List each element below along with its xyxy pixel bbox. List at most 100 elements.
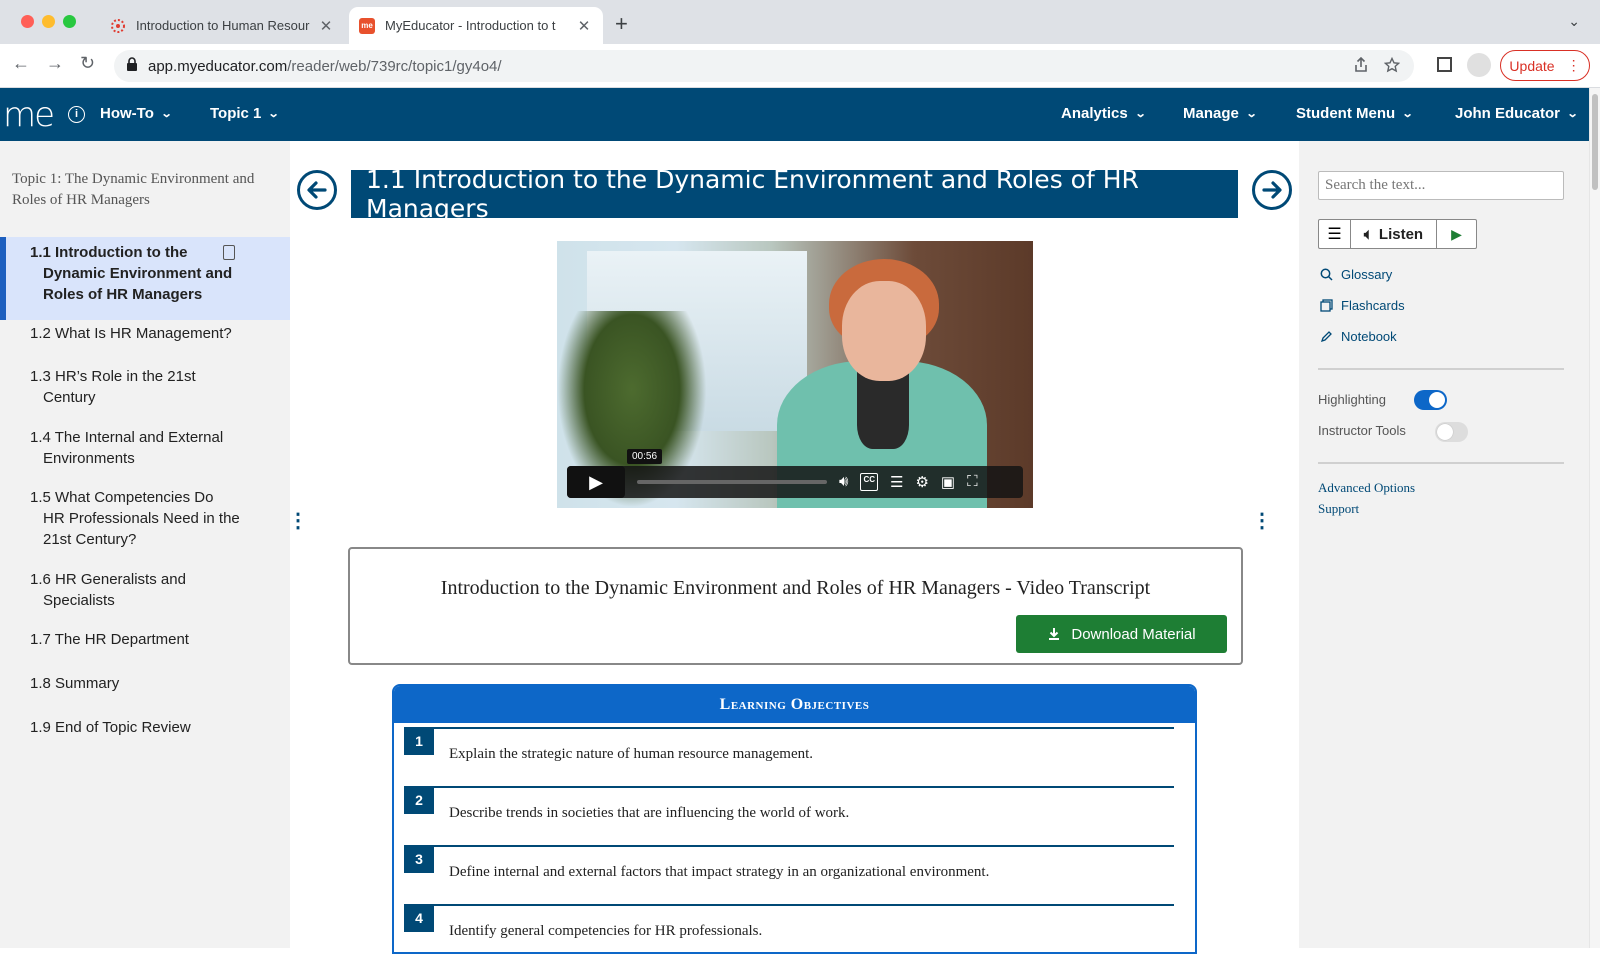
- video-time-tooltip: 00:56: [627, 449, 663, 464]
- toc-topic-title: Topic 1: The Dynamic Environment and Rol…: [12, 171, 255, 208]
- objective-number: 2: [404, 786, 434, 814]
- forward-arrow-icon[interactable]: →: [46, 53, 64, 74]
- share-icon[interactable]: [1354, 56, 1368, 78]
- info-icon[interactable]: i: [68, 106, 85, 123]
- objective-number: 1: [404, 727, 434, 755]
- nav-student-menu[interactable]: Student Menu ⌄: [1296, 105, 1414, 122]
- picture-in-picture-icon[interactable]: ▣: [941, 473, 955, 491]
- transcript-icon[interactable]: ☰: [890, 473, 903, 491]
- toc-item-1-7[interactable]: 1.7 The HR Department: [30, 629, 270, 650]
- play-audio-icon[interactable]: ▶: [1437, 220, 1476, 248]
- video-frame-speaker-face: [842, 281, 926, 381]
- listen-label: Listen: [1378, 225, 1424, 243]
- advanced-options-link[interactable]: Advanced Options: [1318, 480, 1415, 496]
- toc-item-1-1[interactable]: 1.1 Introduction to the Dynamic Environm…: [30, 242, 270, 305]
- search-icon: [1320, 268, 1333, 281]
- learning-objectives-heading: Learning Objectives: [394, 686, 1195, 723]
- nav-manage[interactable]: Manage ⌄: [1183, 105, 1257, 122]
- browser-tab-2[interactable]: me MyEducator - Introduction to t ✕: [349, 7, 603, 44]
- new-tab-button[interactable]: +: [615, 11, 628, 37]
- highlighting-toggle[interactable]: [1414, 390, 1447, 410]
- address-bar[interactable]: app.myeducator.com/reader/web/739rc/topi…: [114, 50, 1414, 82]
- toc-item-1-6[interactable]: 1.6 HR Generalists and Specialists: [30, 569, 270, 611]
- nav-user-menu[interactable]: John Educator ⌄: [1455, 105, 1579, 122]
- canvas-favicon-icon: [110, 18, 126, 34]
- next-page-arrow-icon[interactable]: [1252, 170, 1292, 210]
- instructor-tools-toggle[interactable]: [1435, 422, 1468, 442]
- pencil-icon: [1320, 331, 1332, 343]
- chevron-down-icon: ⌄: [160, 108, 173, 120]
- download-label: Download Material: [1071, 625, 1196, 643]
- toc-item-1-9[interactable]: 1.9 End of Topic Review: [30, 717, 270, 738]
- video-controls: ▶ 🔊︎ CC ☰ ⚙︎ ▣ ⛶: [567, 466, 1023, 498]
- learning-objective-row: 3 Define internal and external factors t…: [404, 845, 1174, 895]
- support-link[interactable]: Support: [1318, 501, 1359, 517]
- nav-topic-1[interactable]: Topic 1 ⌄: [210, 105, 281, 122]
- learning-objective-row: 2 Describe trends in societies that are …: [404, 786, 1174, 836]
- close-tab-icon[interactable]: ✕: [315, 17, 337, 35]
- window-close-button[interactable]: [21, 15, 34, 28]
- window-minimize-button[interactable]: [42, 15, 55, 28]
- toc-item-1-8[interactable]: 1.8 Summary: [30, 673, 270, 694]
- video-frame-speaker-shirt: [857, 369, 909, 449]
- objective-text: Identify general competencies for HR pro…: [449, 923, 763, 939]
- listen-controls: ☰ 🔈︎ Listen ▶: [1318, 219, 1477, 249]
- video-progress-bar[interactable]: [637, 480, 827, 484]
- previous-page-arrow-icon[interactable]: [297, 170, 337, 210]
- url-text: app.myeducator.com/reader/web/739rc/topi…: [148, 57, 502, 75]
- transcript-title: Introduction to the Dynamic Environment …: [440, 577, 1151, 599]
- window-zoom-button[interactable]: [63, 15, 76, 28]
- reader-tools-panel: Search the text... ☰ 🔈︎ Listen ▶ Glossar…: [1299, 141, 1589, 948]
- learning-objective-row: 4 Identify general competencies for HR p…: [404, 904, 1174, 952]
- browser-toolbar: ← → ↻ app.myeducator.com/reader/web/739r…: [0, 44, 1600, 88]
- toc-item-1-4[interactable]: 1.4 The Internal and External Environmen…: [30, 427, 270, 469]
- more-vert-icon: ⋮: [1566, 57, 1581, 73]
- close-tab-icon[interactable]: ✕: [573, 17, 595, 35]
- flashcards-label: Flashcards: [1341, 298, 1405, 313]
- divider: [1318, 462, 1564, 464]
- closed-captions-icon[interactable]: CC: [860, 473, 879, 491]
- highlighting-label: Highlighting: [1318, 392, 1386, 407]
- page-title: 1.1 Introduction to the Dynamic Environm…: [351, 165, 1238, 223]
- menu-icon[interactable]: ☰: [1319, 220, 1351, 248]
- update-button[interactable]: Update ⋮: [1500, 50, 1590, 81]
- listen-button[interactable]: 🔈︎ Listen: [1351, 220, 1437, 248]
- nav-analytics[interactable]: Analytics ⌄: [1061, 105, 1146, 122]
- reload-icon[interactable]: ↻: [80, 53, 95, 74]
- tab-title: MyEducator - Introduction to t: [385, 18, 556, 33]
- fullscreen-icon[interactable]: ⛶: [967, 473, 978, 491]
- profile-avatar[interactable]: [1467, 53, 1491, 77]
- objective-text: Define internal and external factors tha…: [449, 864, 990, 880]
- flashcards-icon: [1320, 299, 1333, 312]
- volume-icon[interactable]: 🔊︎: [839, 473, 848, 491]
- search-text-input[interactable]: Search the text...: [1318, 171, 1564, 200]
- side-panel-icon[interactable]: [1437, 57, 1452, 72]
- video-player[interactable]: 00:56 ▶ 🔊︎ CC ☰ ⚙︎ ▣ ⛶: [557, 241, 1033, 508]
- instructor-tools-label: Instructor Tools: [1318, 423, 1406, 438]
- download-material-button[interactable]: Download Material: [1016, 615, 1227, 653]
- play-icon[interactable]: ▶: [567, 466, 625, 498]
- myeducator-logo[interactable]: me: [3, 95, 55, 135]
- scrollbar-thumb[interactable]: [1592, 94, 1598, 190]
- nav-how-to[interactable]: How-To ⌄: [100, 105, 173, 122]
- page-scrollbar[interactable]: [1589, 88, 1600, 948]
- flashcards-link[interactable]: Flashcards: [1320, 298, 1405, 313]
- toc-item-1-3[interactable]: 1.3 HR’s Role in the 21st Century: [30, 366, 270, 408]
- toc-item-1-2[interactable]: 1.2 What Is HR Management?: [30, 323, 270, 344]
- right-margin-menu-icon[interactable]: ⋮: [1252, 508, 1272, 533]
- notebook-label: Notebook: [1341, 329, 1397, 344]
- back-arrow-icon[interactable]: ←: [12, 53, 30, 74]
- speaker-icon: 🔈︎: [1363, 225, 1373, 243]
- toc-item-1-5[interactable]: 1.5 What Competencies Do HR Professional…: [30, 487, 270, 550]
- bookmark-star-icon[interactable]: [1383, 56, 1401, 78]
- left-margin-menu-icon[interactable]: ⋮: [288, 508, 308, 533]
- settings-gear-icon[interactable]: ⚙︎: [915, 473, 928, 491]
- app-nav-bar: me i How-To ⌄ Topic 1 ⌄ Analytics ⌄ Manage ⌄…: [0, 88, 1589, 141]
- tab-search-chevron-icon[interactable]: ⌄: [1568, 13, 1580, 30]
- learning-objectives: Learning Objectives 1 Explain the strate…: [392, 684, 1197, 954]
- chevron-down-icon: ⌄: [268, 108, 281, 120]
- glossary-link[interactable]: Glossary: [1320, 267, 1392, 282]
- browser-tab-1[interactable]: Introduction to Human Resour ✕: [100, 7, 345, 44]
- notebook-link[interactable]: Notebook: [1320, 329, 1397, 344]
- reader-main: 1.1 Introduction to the Dynamic Environm…: [288, 153, 1299, 954]
